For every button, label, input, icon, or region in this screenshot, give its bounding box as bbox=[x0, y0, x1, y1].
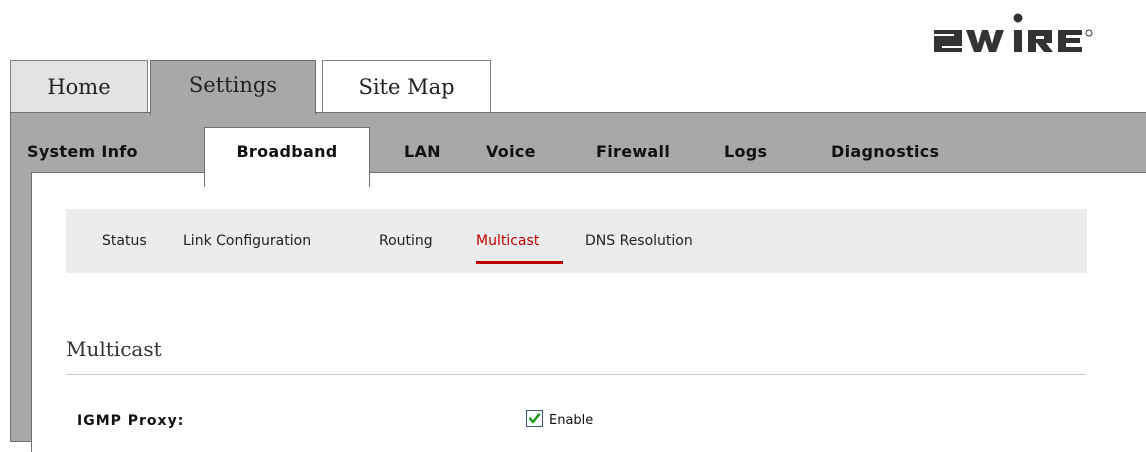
subnav-routing[interactable]: Routing bbox=[379, 233, 433, 249]
settings-panel: System Info Broadband LAN Voice Firewall… bbox=[10, 112, 1146, 452]
subtab-lan[interactable]: LAN bbox=[404, 142, 441, 161]
tab-home[interactable]: Home bbox=[10, 60, 148, 112]
subtab-system-info[interactable]: System Info bbox=[27, 142, 138, 161]
tab-settings[interactable]: Settings bbox=[150, 60, 316, 115]
section-divider bbox=[66, 374, 1086, 375]
subnav-bar: Status Link Configuration Routing Multic… bbox=[66, 209, 1087, 273]
subnav-status[interactable]: Status bbox=[102, 233, 147, 249]
subnav-link-configuration[interactable]: Link Configuration bbox=[183, 233, 311, 249]
subtab-diagnostics[interactable]: Diagnostics bbox=[831, 142, 939, 161]
subtab-broadband-label: Broadband bbox=[236, 142, 338, 161]
subtab-logs[interactable]: Logs bbox=[724, 142, 767, 161]
igmp-proxy-checkbox[interactable] bbox=[526, 410, 543, 427]
igmp-proxy-enable-label[interactable]: Enable bbox=[549, 413, 593, 428]
brand-logo bbox=[932, 4, 1142, 54]
section-title: Multicast bbox=[66, 337, 162, 361]
checkmark-icon bbox=[528, 413, 541, 424]
subnav-multicast[interactable]: Multicast bbox=[476, 233, 539, 249]
tab-site-map[interactable]: Site Map bbox=[322, 60, 491, 112]
subtab-firewall[interactable]: Firewall bbox=[596, 142, 670, 161]
igmp-proxy-label: IGMP Proxy: bbox=[77, 413, 185, 429]
subtab-voice[interactable]: Voice bbox=[486, 142, 536, 161]
subtab-broadband[interactable]: Broadband bbox=[204, 127, 370, 187]
content-area: Status Link Configuration Routing Multic… bbox=[31, 172, 1146, 452]
subnav-active-indicator bbox=[476, 261, 563, 264]
subnav-dns-resolution[interactable]: DNS Resolution bbox=[585, 233, 693, 249]
